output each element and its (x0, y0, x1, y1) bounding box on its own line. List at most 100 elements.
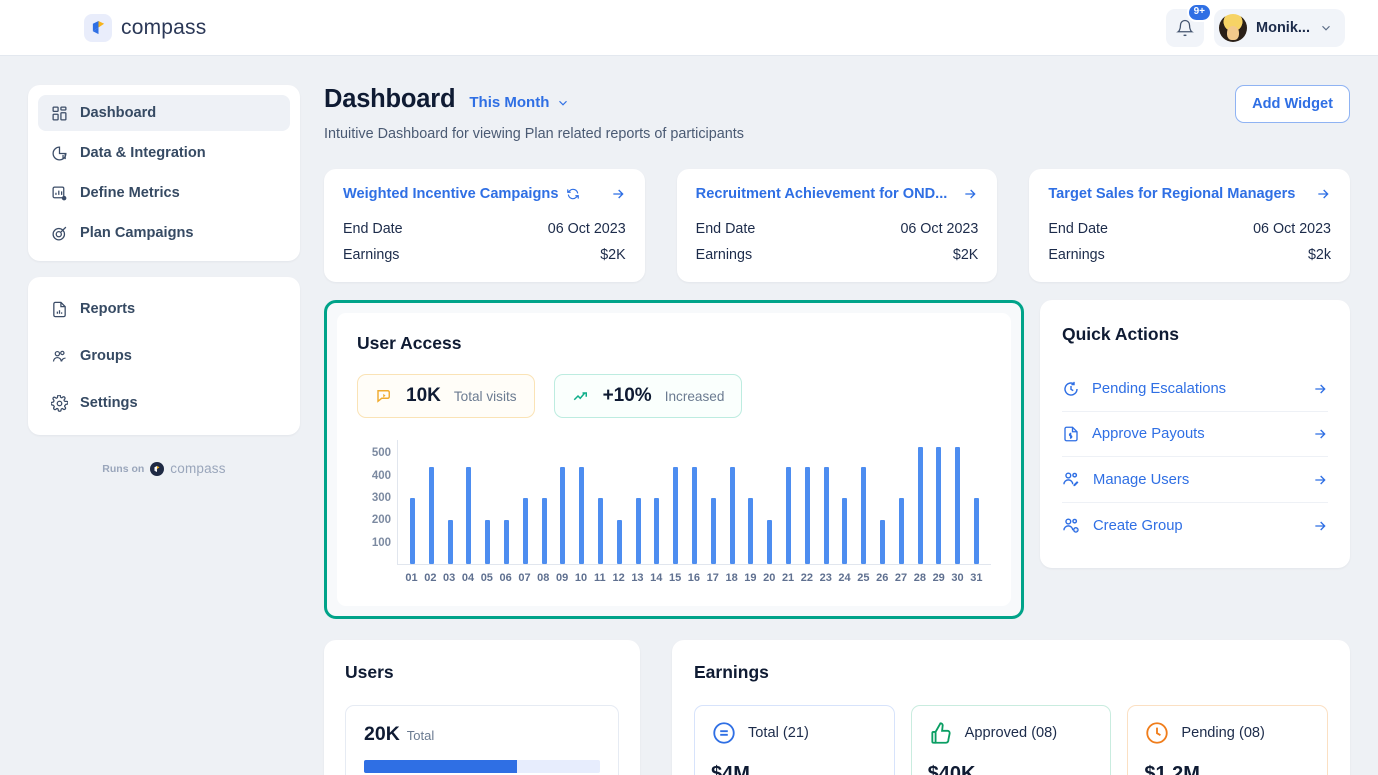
campaign-name[interactable]: Weighted Incentive Campaigns (343, 186, 558, 202)
refresh-icon[interactable] (566, 187, 580, 201)
chart-bar[interactable] (503, 520, 509, 564)
chart-bar-slot[interactable] (930, 440, 947, 564)
quick-action-create-group[interactable]: Create Group (1062, 502, 1328, 548)
chart-bar[interactable] (767, 520, 773, 564)
arrow-right-icon[interactable] (962, 186, 978, 202)
chart-bar[interactable] (729, 466, 735, 564)
chart-bar-slot[interactable] (724, 440, 741, 564)
chart-bar-slot[interactable] (648, 440, 665, 564)
sidebar-item-dashboard[interactable]: Dashboard (38, 95, 290, 131)
chart-bar[interactable] (917, 446, 923, 564)
chart-bar-slot[interactable] (874, 440, 891, 564)
chart-bar[interactable] (597, 498, 603, 564)
arrow-right-icon[interactable] (610, 186, 626, 202)
period-selector[interactable]: This Month (469, 94, 570, 111)
sidebar-item-groups[interactable]: Groups (38, 338, 290, 374)
chart-bar-slot[interactable] (630, 440, 647, 564)
chart-bar[interactable] (861, 466, 867, 564)
chart-bar[interactable] (410, 498, 415, 564)
chart-x-axis: 01 02 03 04 05 06 07 08 09 10 11 12 13 14 15 16 17 18 19 20… (397, 565, 991, 584)
arrow-right-icon[interactable] (1312, 472, 1328, 488)
arrow-right-icon[interactable] (1312, 518, 1328, 534)
chart-bar-slot[interactable] (573, 440, 590, 564)
brand-logo[interactable]: compass (84, 13, 206, 42)
dashboard-row-2: User Access 10K Total visits +10% Increa… (324, 300, 1350, 619)
chart-x-tick: 14 (650, 572, 663, 584)
chart-bar[interactable] (691, 466, 697, 564)
chart-bar[interactable] (804, 466, 810, 564)
chart-x-tick: 17 (706, 572, 719, 584)
chart-bar-slot[interactable] (912, 440, 929, 564)
sidebar-item-data-integration[interactable]: Data & Integration (38, 135, 290, 171)
chart-bar-slot[interactable] (442, 440, 459, 564)
chart-bar[interactable] (823, 466, 829, 564)
chart-bar[interactable] (428, 466, 434, 564)
chart-bar[interactable] (748, 498, 754, 564)
chart-bar[interactable] (616, 520, 622, 564)
chart-bar[interactable] (898, 498, 904, 564)
chart-bar-slot[interactable] (517, 440, 534, 564)
chart-bar[interactable] (485, 520, 491, 564)
chart-bar[interactable] (579, 466, 585, 564)
chart-bar[interactable] (973, 498, 979, 564)
sidebar-item-define-metrics[interactable]: Define Metrics (38, 175, 290, 211)
chart-bar[interactable] (955, 446, 961, 564)
chart-bar-slot[interactable] (799, 440, 816, 564)
chart-bar-slot[interactable] (780, 440, 797, 564)
chart-bar[interactable] (879, 520, 885, 564)
chart-bar-slot[interactable] (404, 440, 421, 564)
chart-bar[interactable] (654, 498, 660, 564)
campaign-name[interactable]: Target Sales for Regional Managers (1048, 186, 1295, 202)
quick-action-approve-payouts[interactable]: Approve Payouts (1062, 411, 1328, 456)
sidebar-item-reports[interactable]: Reports (38, 291, 290, 327)
chart-bar-slot[interactable] (498, 440, 515, 564)
earnings-label: Earnings (695, 247, 753, 263)
chart-bar[interactable] (447, 520, 453, 564)
sidebar-item-label: Settings (80, 395, 138, 411)
chart-bar[interactable] (673, 466, 679, 564)
add-widget-button[interactable]: Add Widget (1235, 85, 1350, 123)
chart-bar[interactable] (710, 498, 716, 564)
chart-bar[interactable] (541, 498, 547, 564)
chart-bar-slot[interactable] (893, 440, 910, 564)
chart-bar-slot[interactable] (761, 440, 778, 564)
chart-bar-slot[interactable] (611, 440, 628, 564)
chart-bar-slot[interactable] (949, 440, 966, 564)
chart-bar-slot[interactable] (818, 440, 835, 564)
chart-bar[interactable] (466, 466, 472, 564)
sidebar-item-plan-campaigns[interactable]: Plan Campaigns (38, 215, 290, 251)
campaign-card[interactable]: Weighted Incentive Campaigns End Date 06… (324, 169, 645, 282)
chart-bar[interactable] (842, 498, 848, 564)
chart-bar-slot[interactable] (592, 440, 609, 564)
arrow-right-icon[interactable] (1315, 186, 1331, 202)
chart-bar-slot[interactable] (423, 440, 440, 564)
arrow-right-icon[interactable] (1312, 381, 1328, 397)
campaign-card[interactable]: Recruitment Achievement for OND... End D… (676, 169, 998, 282)
quick-action-pending-escalations[interactable]: Pending Escalations (1062, 367, 1328, 411)
chart-bar[interactable] (635, 498, 641, 564)
chart-bar[interactable] (560, 466, 566, 564)
chart-bar[interactable] (785, 466, 791, 564)
chart-bar-slot[interactable] (742, 440, 759, 564)
quick-action-manage-users[interactable]: Manage Users (1062, 456, 1328, 502)
chart-bar[interactable] (522, 498, 528, 564)
chart-bar-slot[interactable] (667, 440, 684, 564)
sidebar-item-settings[interactable]: Settings (38, 385, 290, 421)
arrow-right-icon[interactable] (1312, 426, 1328, 442)
chart-bar-slot[interactable] (479, 440, 496, 564)
chart-bar-slot[interactable] (855, 440, 872, 564)
chart-bar-slot[interactable] (686, 440, 703, 564)
chart-bar-slot[interactable] (536, 440, 553, 564)
user-access-card-highlighted[interactable]: User Access 10K Total visits +10% Increa… (324, 300, 1024, 619)
notifications-button[interactable]: 9+ (1166, 2, 1213, 47)
campaign-card[interactable]: Target Sales for Regional Managers End D… (1029, 169, 1351, 282)
chart-bar[interactable] (936, 446, 942, 564)
user-name: Monik... (1256, 19, 1310, 36)
user-menu[interactable]: Monik... (1214, 8, 1345, 47)
chart-bar-slot[interactable] (554, 440, 571, 564)
chart-bar-slot[interactable] (705, 440, 722, 564)
chart-bar-slot[interactable] (836, 440, 853, 564)
campaign-name[interactable]: Recruitment Achievement for OND... (696, 186, 948, 202)
chart-bar-slot[interactable] (460, 440, 477, 564)
chart-bar-slot[interactable] (968, 440, 985, 564)
